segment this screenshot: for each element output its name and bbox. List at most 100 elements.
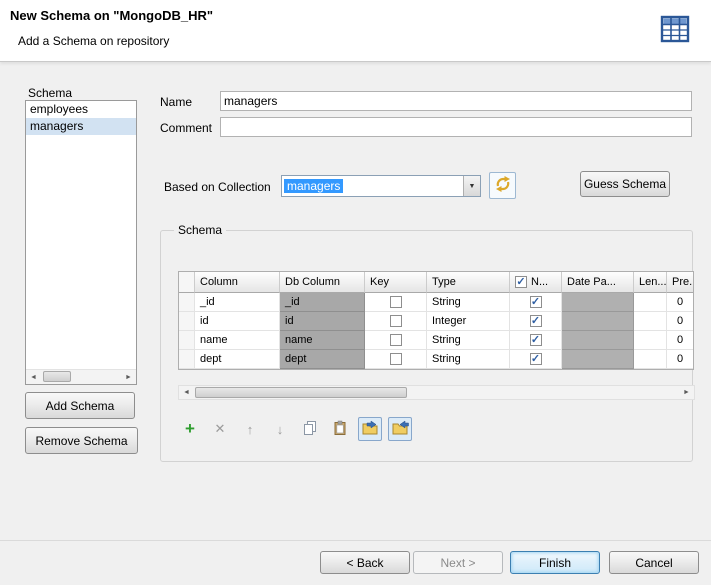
finish-button[interactable]: Finish — [510, 551, 600, 574]
cell-key[interactable] — [365, 293, 427, 312]
list-item-employees[interactable]: employees — [26, 101, 136, 118]
dialog-header: New Schema on "MongoDB_HR" Add a Schema … — [0, 0, 711, 62]
row-indicator — [179, 293, 195, 312]
cell-length[interactable] — [634, 350, 667, 369]
table-row[interactable]: id id Integer 0 — [179, 312, 693, 331]
name-label: Name — [160, 95, 192, 109]
cell-date-pattern — [562, 331, 634, 350]
table-row[interactable]: _id _id String 0 — [179, 293, 693, 312]
cell-key[interactable] — [365, 312, 427, 331]
nullable-checkbox[interactable] — [530, 315, 542, 327]
add-row-button[interactable]: + — [178, 417, 202, 441]
cancel-button[interactable]: Cancel — [609, 551, 699, 574]
header-column[interactable]: Column — [195, 272, 280, 293]
cell-nullable[interactable] — [510, 293, 562, 312]
key-checkbox[interactable] — [390, 334, 402, 346]
cell-precision[interactable]: 0 — [667, 331, 693, 350]
cell-key[interactable] — [365, 350, 427, 369]
cell-type[interactable]: Integer — [427, 312, 510, 331]
key-checkbox[interactable] — [390, 296, 402, 308]
key-checkbox[interactable] — [390, 353, 402, 365]
header-precision[interactable]: Pre... — [667, 272, 693, 293]
export-schema-button[interactable] — [358, 417, 382, 441]
cell-type[interactable]: String — [427, 293, 510, 312]
scroll-right-icon[interactable]: ► — [679, 386, 694, 399]
cell-precision[interactable]: 0 — [667, 293, 693, 312]
table-horizontal-scrollbar[interactable]: ◄ ► — [178, 385, 695, 400]
cell-nullable[interactable] — [510, 331, 562, 350]
copy-button[interactable] — [298, 417, 322, 441]
header-nullable[interactable]: N... — [510, 272, 562, 293]
delete-icon: ✕ — [215, 421, 226, 437]
back-button[interactable]: < Back — [320, 551, 410, 574]
dialog-subtitle: Add a Schema on repository — [18, 34, 169, 48]
import-schema-button[interactable] — [388, 417, 412, 441]
cell-type[interactable]: String — [427, 350, 510, 369]
next-button[interactable]: Next > — [413, 551, 503, 574]
name-input[interactable] — [220, 91, 692, 111]
move-down-button[interactable]: ↓ — [268, 417, 292, 441]
remove-schema-button[interactable]: Remove Schema — [25, 427, 138, 454]
list-item-managers[interactable]: managers — [26, 118, 136, 135]
row-indicator — [179, 331, 195, 350]
refresh-collections-button[interactable] — [489, 172, 516, 199]
collection-dropdown[interactable]: managers ▼ — [281, 175, 481, 197]
schema-list[interactable]: employees managers ◄ ► — [25, 100, 137, 385]
nullable-all-checkbox[interactable] — [515, 276, 527, 288]
copy-icon — [302, 420, 318, 439]
comment-label: Comment — [160, 121, 212, 135]
cell-column[interactable]: id — [195, 312, 280, 331]
header-length[interactable]: Len... — [634, 272, 667, 293]
cell-length[interactable] — [634, 312, 667, 331]
paste-button[interactable] — [328, 417, 352, 441]
collection-selected-value: managers — [284, 179, 343, 193]
cell-type[interactable]: String — [427, 331, 510, 350]
scroll-left-icon[interactable]: ◄ — [179, 386, 194, 399]
cell-date-pattern — [562, 312, 634, 331]
arrow-up-icon: ↑ — [247, 422, 254, 437]
refresh-icon — [494, 175, 512, 196]
cell-nullable[interactable] — [510, 312, 562, 331]
header-date-pattern[interactable]: Date Pa... — [562, 272, 634, 293]
scroll-track[interactable] — [194, 386, 679, 399]
cell-db-column: id — [280, 312, 365, 331]
cell-length[interactable] — [634, 331, 667, 350]
table-row[interactable]: dept dept String 0 — [179, 350, 693, 369]
cell-column[interactable]: _id — [195, 293, 280, 312]
move-up-button[interactable]: ↑ — [238, 417, 262, 441]
add-schema-button[interactable]: Add Schema — [25, 392, 135, 419]
row-indicator — [179, 350, 195, 369]
comment-input[interactable] — [220, 117, 692, 137]
header-type[interactable]: Type — [427, 272, 510, 293]
guess-schema-button[interactable]: Guess Schema — [580, 171, 670, 197]
cell-precision[interactable]: 0 — [667, 350, 693, 369]
cell-db-column: name — [280, 331, 365, 350]
scroll-thumb[interactable] — [195, 387, 407, 398]
list-horizontal-scrollbar[interactable]: ◄ ► — [26, 369, 136, 384]
cell-nullable[interactable] — [510, 350, 562, 369]
remove-row-button[interactable]: ✕ — [208, 417, 232, 441]
cell-column[interactable]: dept — [195, 350, 280, 369]
chevron-down-icon[interactable]: ▼ — [463, 176, 480, 196]
scroll-left-icon[interactable]: ◄ — [26, 370, 41, 384]
scroll-track[interactable] — [41, 370, 121, 384]
table-row[interactable]: name name String 0 — [179, 331, 693, 350]
header-key[interactable]: Key — [365, 272, 427, 293]
key-checkbox[interactable] — [390, 315, 402, 327]
sidebar-label: Schema — [28, 86, 72, 100]
schema-groupbox-label: Schema — [174, 223, 226, 237]
nullable-checkbox[interactable] — [530, 296, 542, 308]
cell-key[interactable] — [365, 331, 427, 350]
row-indicator — [179, 312, 195, 331]
cell-precision[interactable]: 0 — [667, 312, 693, 331]
schema-groupbox: Schema Column Db Column Key Type N... Da… — [160, 230, 693, 462]
cell-column[interactable]: name — [195, 331, 280, 350]
nullable-checkbox[interactable] — [530, 334, 542, 346]
scroll-right-icon[interactable]: ► — [121, 370, 136, 384]
scroll-thumb[interactable] — [43, 371, 71, 382]
nullable-checkbox[interactable] — [530, 353, 542, 365]
header-db-column[interactable]: Db Column — [280, 272, 365, 293]
cell-length[interactable] — [634, 293, 667, 312]
table-header-row: Column Db Column Key Type N... Date Pa..… — [179, 272, 693, 293]
schema-toolbar: + ✕ ↑ ↓ — [178, 417, 412, 441]
